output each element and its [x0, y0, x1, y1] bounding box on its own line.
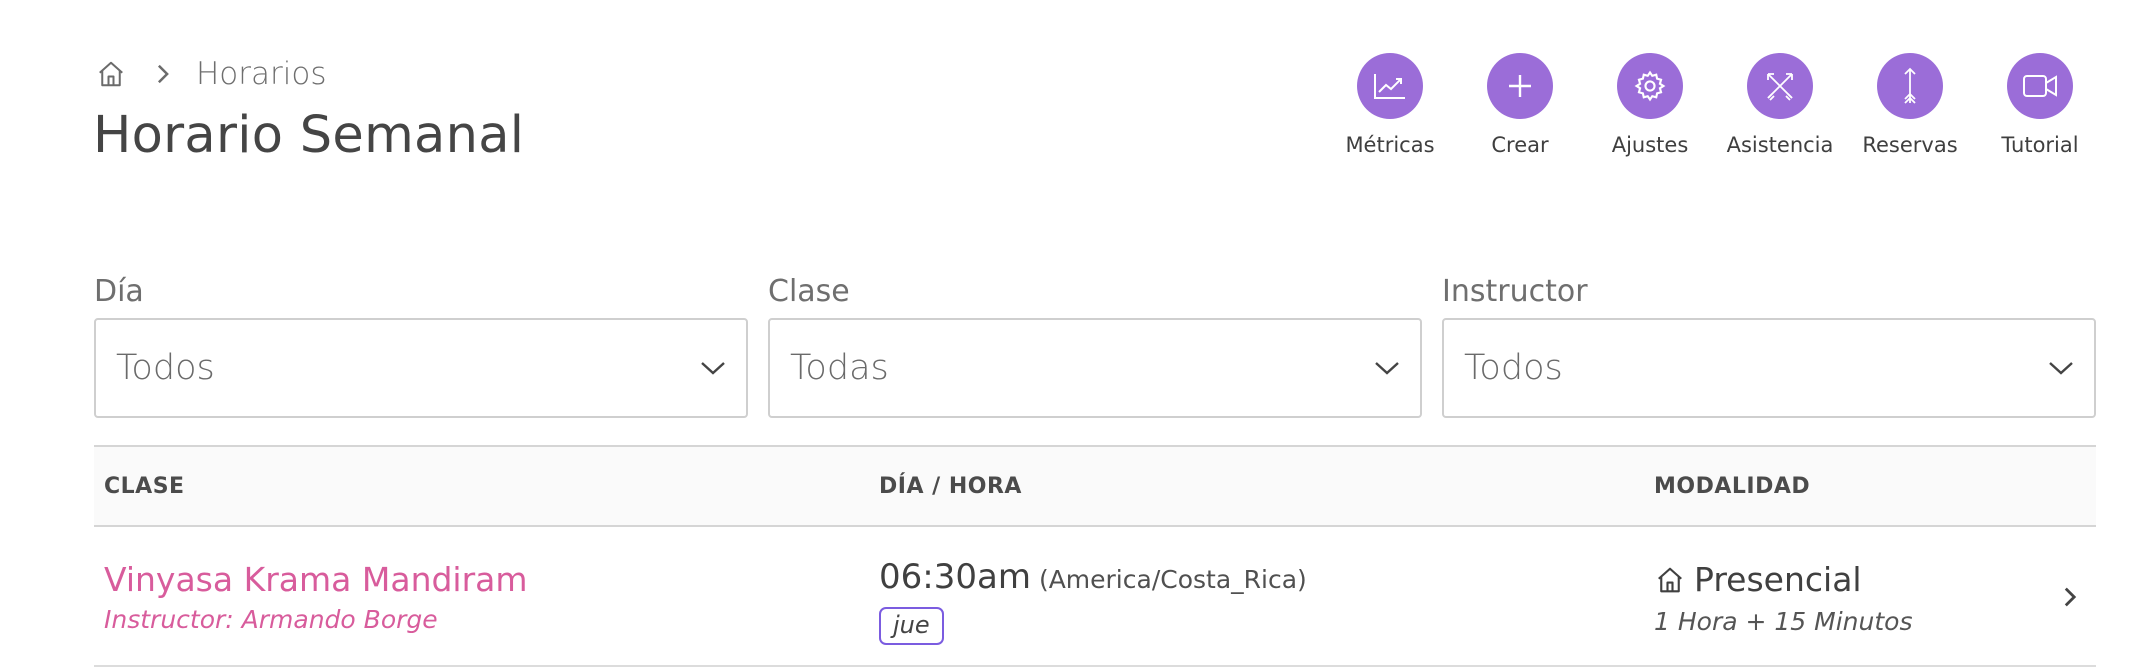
class-cell: Vinyasa Krama Mandiram Instructor: Arman… [104, 527, 528, 634]
bookings-label: Reservas [1862, 133, 1958, 157]
breadcrumb-current: Horarios [196, 56, 327, 92]
crossed-arrows-icon [1747, 53, 1813, 119]
table-header: CLASE DÍA / HORA MODALIDAD [94, 445, 2096, 527]
class-filter: Clase Todas [768, 274, 1422, 418]
metrics-label: Métricas [1345, 133, 1435, 157]
plus-icon [1487, 53, 1553, 119]
modality-cell: Presencial 1 Hora + 15 Minutos [1654, 527, 1912, 636]
tutorial-label: Tutorial [2001, 133, 2079, 157]
home-icon[interactable] [94, 57, 128, 91]
schedule-table: CLASE DÍA / HORA MODALIDAD Vinyasa Krama… [94, 445, 2096, 667]
class-select[interactable]: Todas [768, 318, 1422, 418]
chevron-right-icon [156, 63, 170, 85]
instructor-select-value: Todos [1464, 348, 1563, 388]
header-day-time: DÍA / HORA [879, 473, 1022, 499]
class-filter-label: Clase [768, 274, 850, 309]
chevron-right-icon[interactable] [2056, 579, 2084, 615]
filters: Día Todos Clase Todas Instructor Todos [94, 274, 2096, 418]
create-button[interactable]: Crear [1455, 53, 1585, 157]
action-toolbar: Métricas Crear Ajustes Asistencia Reserv… [1325, 53, 2105, 157]
tutorial-button[interactable]: Tutorial [1975, 53, 2105, 157]
day-time-cell: 06:30am (America/Costa_Rica) jue [879, 527, 1307, 645]
video-camera-icon [2007, 53, 2073, 119]
table-row[interactable]: Vinyasa Krama Mandiram Instructor: Arman… [94, 527, 2096, 667]
gear-icon [1617, 53, 1683, 119]
breadcrumb: Horarios [94, 54, 327, 94]
day-select[interactable]: Todos [94, 318, 748, 418]
instructor-filter: Instructor Todos [1442, 274, 2096, 418]
class-duration: 1 Hora + 15 Minutos [1654, 607, 1913, 636]
day-filter-label: Día [94, 274, 144, 309]
chart-line-icon [1357, 53, 1423, 119]
metrics-button[interactable]: Métricas [1325, 53, 1455, 157]
bookings-button[interactable]: Reservas [1845, 53, 1975, 157]
settings-label: Ajustes [1611, 133, 1689, 157]
chevron-down-icon [698, 353, 728, 383]
day-badge: jue [879, 607, 944, 645]
class-select-value: Todas [790, 348, 889, 388]
header-class: CLASE [104, 473, 185, 499]
header-modality: MODALIDAD [1654, 473, 1811, 499]
arrow-up-icon [1877, 53, 1943, 119]
day-filter: Día Todos [94, 274, 748, 418]
instructor-select[interactable]: Todos [1442, 318, 2096, 418]
page-title: Horario Semanal [93, 106, 525, 165]
class-timezone: (America/Costa_Rica) [1038, 565, 1307, 594]
chevron-down-icon [2046, 353, 2076, 383]
class-time: 06:30am [879, 557, 1031, 597]
create-label: Crear [1491, 133, 1549, 157]
attendance-label: Asistencia [1726, 133, 1834, 157]
instructor-name: Instructor: Armando Borge [104, 605, 438, 634]
class-name-link[interactable]: Vinyasa Krama Mandiram [104, 560, 528, 599]
attendance-button[interactable]: Asistencia [1715, 53, 1845, 157]
modality-text: Presencial [1694, 560, 1862, 599]
home-icon [1654, 564, 1686, 596]
instructor-filter-label: Instructor [1442, 274, 1588, 309]
settings-button[interactable]: Ajustes [1585, 53, 1715, 157]
chevron-down-icon [1372, 353, 1402, 383]
day-select-value: Todos [116, 348, 215, 388]
